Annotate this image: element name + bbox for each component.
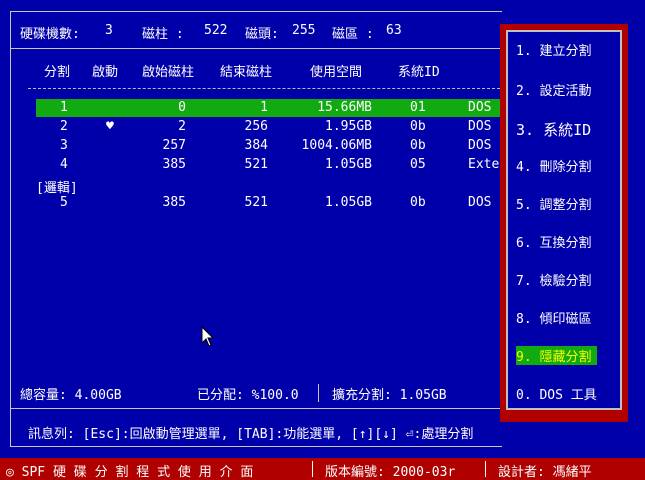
extended-partition-size: 擴充分割: 1.05GB — [332, 388, 447, 403]
system-type: DOS — [468, 100, 492, 115]
frame-left — [10, 11, 11, 447]
frame-header-divider — [10, 48, 502, 49]
status-message: 訊息列: [Esc]:回啟動管理選單, [TAB]:功能選單, [↑][↓] ⏎… — [28, 427, 474, 442]
bottom-divider — [312, 461, 313, 477]
partition-size: 1.05GB — [325, 195, 372, 210]
boot-heart-icon: ♥ — [106, 119, 114, 134]
system-id: 0b — [410, 119, 426, 134]
mouse-pointer-icon — [201, 326, 215, 347]
menu-item-set-active[interactable]: 2. 設定活動 — [516, 80, 591, 99]
partition-row[interactable]: 3 257 384 1004.06MB 0b DOS — [36, 137, 504, 155]
partition-row[interactable]: 4 385 521 1.05GB 05 Exte — [36, 156, 504, 174]
heads-value: 255 — [292, 23, 316, 38]
partition-number: 4 — [60, 157, 68, 172]
menu-item-dos-tools[interactable]: 0. DOS 工具 — [516, 384, 597, 403]
frame-top — [10, 11, 502, 12]
menu-item-system-id[interactable]: 3. 系統ID — [516, 119, 591, 140]
partition-row[interactable]: 5 385 521 1.05GB 0b DOS — [36, 194, 504, 212]
app-title: ◎ SPF 硬 碟 分 割 程 式 使 用 介 面 — [6, 465, 254, 480]
start-cylinder: 385 — [162, 157, 186, 172]
start-cylinder: 2 — [178, 119, 186, 134]
menu-item-swap-partition[interactable]: 6. 互換分割 — [516, 232, 591, 251]
frame-bottom — [10, 446, 502, 447]
column-header-system-id: 系統ID — [398, 65, 440, 80]
system-type: DOS — [468, 195, 492, 210]
partition-number: 1 — [60, 100, 68, 115]
bottom-info-bar: ◎ SPF 硬 碟 分 割 程 式 使 用 介 面 版本編號: 2000-03r… — [0, 458, 645, 480]
partition-row[interactable]: 1 0 1 15.66MB 01 DOS — [36, 99, 504, 117]
menu-item-create-partition[interactable]: 1. 建立分割 — [516, 40, 591, 59]
end-cylinder: 521 — [244, 195, 268, 210]
sectors-value: 63 — [386, 23, 402, 38]
start-cylinder: 257 — [162, 138, 186, 153]
partition-size: 15.66MB — [317, 100, 372, 115]
cylinders-value: 522 — [204, 23, 228, 38]
allocated-percent: 已分配: %100.0 — [197, 388, 299, 403]
system-type: Exte — [468, 157, 500, 172]
system-id: 01 — [410, 100, 426, 115]
total-capacity: 總容量: 4.00GB — [20, 388, 122, 403]
bottom-divider — [485, 461, 486, 477]
sectors-label: 磁區 : — [332, 27, 374, 42]
disk-count-value: 3 — [105, 23, 113, 38]
version-label: 版本編號: 2000-03r — [325, 465, 456, 480]
column-header-size: 使用空間 — [310, 65, 363, 80]
start-cylinder: 0 — [178, 100, 186, 115]
partition-number: 2 — [60, 119, 68, 134]
start-cylinder: 385 — [162, 195, 186, 210]
partition-number: 5 — [60, 195, 68, 210]
disk-count-label: 硬碟機數: — [20, 27, 80, 42]
menu-item-delete-partition[interactable]: 4. 刪除分割 — [516, 156, 591, 175]
partition-row[interactable]: 2 ♥ 2 256 1.95GB 0b DOS — [36, 118, 504, 136]
author-label: 設計者: 馮緒平 — [498, 465, 592, 480]
menu-item-hide-partition[interactable]: 9. 隱藏分割 — [516, 346, 598, 365]
column-header-boot: 啟動 — [92, 65, 119, 80]
partition-size: 1.95GB — [325, 119, 372, 134]
column-header-start-cylinder: 啟始磁柱 — [142, 65, 195, 80]
menu-item-check-partition[interactable]: 7. 檢驗分割 — [516, 270, 591, 289]
system-type: DOS — [468, 138, 492, 153]
cylinders-label: 磁柱 : — [142, 27, 184, 42]
system-id: 0b — [410, 138, 426, 153]
menu-item-resize-partition[interactable]: 5. 調整分割 — [516, 194, 591, 213]
partition-size: 1.05GB — [325, 157, 372, 172]
system-id: 05 — [410, 157, 426, 172]
system-id: 0b — [410, 195, 426, 210]
partition-size: 1004.06MB — [301, 138, 372, 153]
end-cylinder: 384 — [244, 138, 268, 153]
partition-number: 3 — [60, 138, 68, 153]
system-type: DOS — [468, 119, 492, 134]
end-cylinder: 1 — [260, 100, 268, 115]
frame-status-divider — [10, 408, 502, 409]
column-header-end-cylinder: 結束磁柱 — [220, 65, 273, 80]
table-header-divider — [28, 88, 500, 89]
column-header-partition: 分割 — [44, 65, 71, 80]
heads-label: 磁頭: — [245, 27, 279, 42]
menu-item-dump-sector[interactable]: 8. 傾印磁區 — [516, 308, 591, 327]
end-cylinder: 521 — [244, 157, 268, 172]
summary-divider — [318, 384, 319, 402]
end-cylinder: 256 — [244, 119, 268, 134]
